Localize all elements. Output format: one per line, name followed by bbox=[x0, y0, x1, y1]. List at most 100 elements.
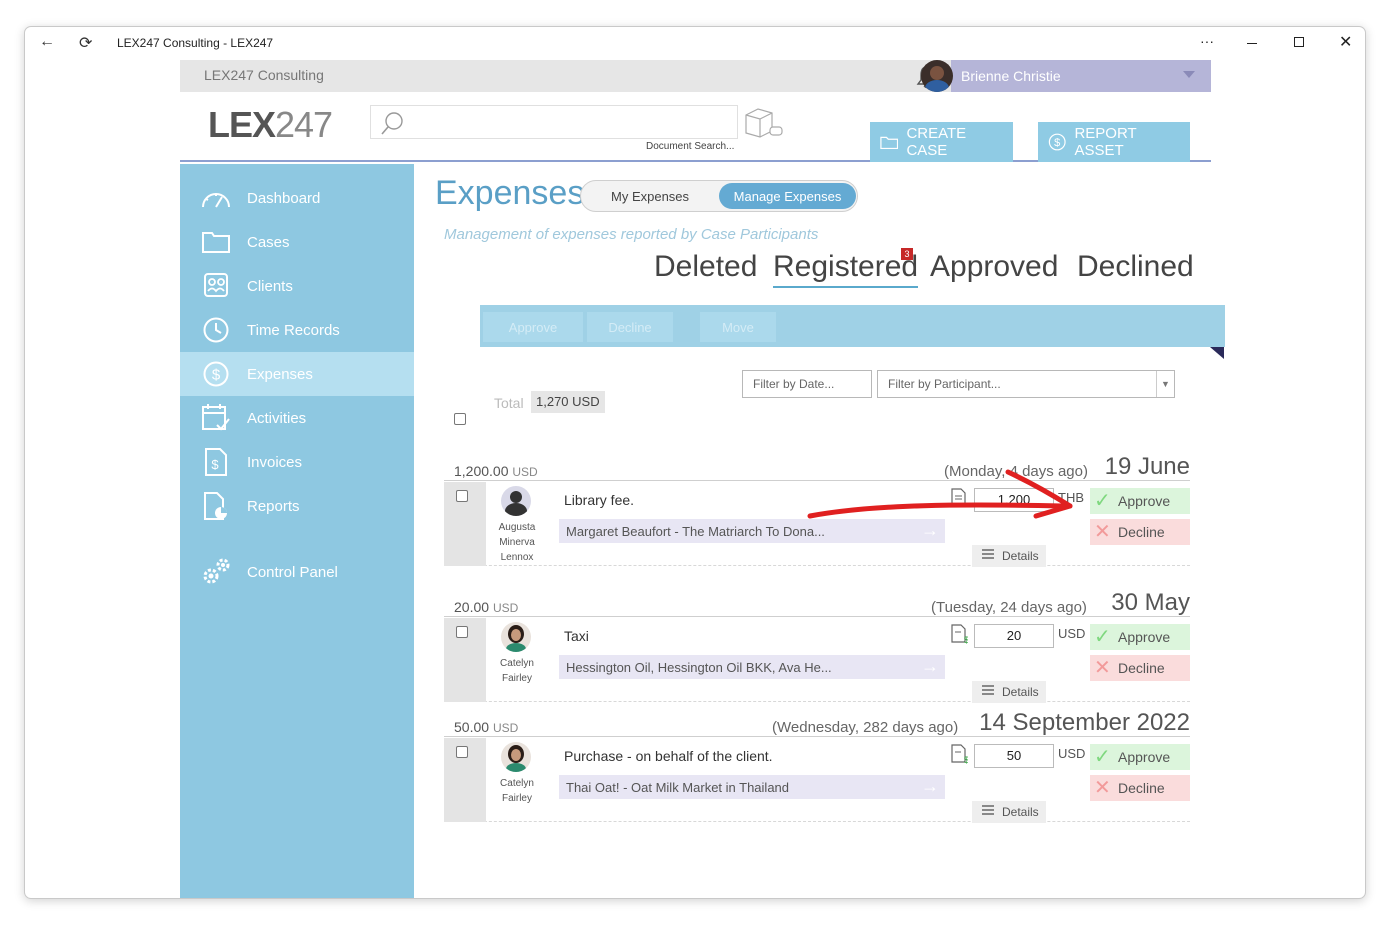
sidebar-item-label: Dashboard bbox=[247, 189, 321, 207]
tab-approved[interactable]: Approved bbox=[930, 250, 1058, 284]
tab-registered[interactable]: Registered bbox=[773, 250, 919, 288]
tab-declined[interactable]: Declined bbox=[1077, 250, 1194, 284]
refresh-icon[interactable]: ⟳ bbox=[79, 33, 92, 53]
sidebar-item-cases[interactable]: Cases bbox=[180, 220, 414, 264]
approve-button[interactable]: ✓ Approve bbox=[1090, 744, 1190, 770]
case-link[interactable]: Hessington Oil, Hessington Oil BKK, Ava … bbox=[559, 655, 945, 679]
dropdown-arrow-icon[interactable]: ▼ bbox=[1156, 371, 1174, 397]
filter-participant-placeholder: Filter by Participant... bbox=[888, 377, 1001, 391]
participant-avatar bbox=[501, 622, 531, 652]
tab-deleted[interactable]: Deleted bbox=[654, 250, 757, 284]
amount-currency: USD bbox=[1058, 626, 1086, 641]
expense-row: Catelyn Fairley Purchase - on behalf of t… bbox=[444, 738, 1190, 823]
participant-avatar bbox=[501, 742, 531, 772]
participant-name: Augusta Minerva Lennox bbox=[498, 522, 536, 563]
folder-icon bbox=[200, 226, 232, 258]
more-options-icon[interactable]: ··· bbox=[1200, 33, 1214, 49]
details-button[interactable]: Details bbox=[972, 545, 1046, 567]
bulk-decline-button[interactable]: Decline bbox=[587, 312, 673, 342]
select-all-checkbox[interactable] bbox=[454, 413, 466, 425]
logo[interactable]: LEX247 bbox=[208, 104, 333, 146]
menu-icon bbox=[982, 549, 994, 551]
row-checkbox[interactable] bbox=[456, 746, 468, 758]
bulk-action-bar: Approve Decline Move bbox=[480, 305, 1225, 347]
expense-row: Catelyn Fairley Taxi Hessington Oil, Hess… bbox=[444, 618, 1190, 703]
bulk-move-button[interactable]: Move bbox=[700, 312, 776, 342]
sidebar-item-label: Reports bbox=[247, 497, 300, 515]
main-content: Expenses My Expenses Manage Expenses Man… bbox=[414, 164, 1225, 898]
contacts-icon bbox=[200, 270, 232, 302]
expense-description: Purchase - on behalf of the client. bbox=[564, 748, 773, 764]
sidebar-item-invoices[interactable]: $ Invoices bbox=[180, 440, 414, 484]
sidebar-item-time-records[interactable]: Time Records bbox=[180, 308, 414, 352]
app-window: ← ⟳ LEX247 Consulting - LEX247 ··· ✕ LEX… bbox=[24, 26, 1366, 899]
sidebar-item-reports[interactable]: Reports bbox=[180, 484, 414, 528]
user-menu[interactable]: Brienne Christie bbox=[921, 60, 1211, 92]
sidebar-item-activities[interactable]: Activities bbox=[180, 396, 414, 440]
case-name: Hessington Oil, Hessington Oil BKK, Ava … bbox=[566, 659, 832, 675]
sidebar-item-dashboard[interactable]: Dashboard bbox=[180, 176, 414, 220]
details-button[interactable]: Details bbox=[972, 681, 1046, 703]
decline-button[interactable]: ✕ Decline bbox=[1090, 655, 1190, 681]
chevron-down-icon[interactable] bbox=[1183, 71, 1195, 78]
clock-icon bbox=[200, 314, 232, 346]
registered-count-badge: 3 bbox=[901, 248, 913, 260]
annotation-arrow bbox=[807, 469, 1073, 519]
details-label: Details bbox=[1002, 805, 1039, 819]
participant-name: Catelyn Fairley bbox=[500, 778, 534, 804]
organization-name: LEX247 Consulting bbox=[204, 67, 324, 83]
sidebar-item-clients[interactable]: Clients bbox=[180, 264, 414, 308]
maximize-icon[interactable] bbox=[1294, 37, 1304, 47]
header: LEX247 Document Search... CREATE CASE $ bbox=[180, 92, 1211, 162]
receipt-dollar-icon[interactable]: $ bbox=[950, 744, 968, 764]
decline-button[interactable]: ✕ Decline bbox=[1090, 519, 1190, 545]
back-arrow-icon[interactable]: ← bbox=[39, 33, 55, 51]
bulk-approve-button[interactable]: Approve bbox=[483, 312, 583, 342]
approve-button[interactable]: ✓ Approve bbox=[1090, 624, 1190, 650]
report-icon bbox=[200, 490, 232, 522]
create-case-label: CREATE CASE bbox=[906, 125, 967, 159]
svg-text:$: $ bbox=[211, 457, 219, 472]
case-link[interactable]: Thai Oat! - Oat Milk Market in Thailand → bbox=[559, 775, 945, 799]
search-input[interactable] bbox=[370, 105, 738, 139]
dollar-circle-icon: $ bbox=[1048, 133, 1066, 151]
sidebar-item-expenses[interactable]: $ Expenses bbox=[180, 352, 414, 396]
row-checkbox[interactable] bbox=[456, 626, 468, 638]
expense-amount: 50.00 USD bbox=[454, 719, 519, 735]
details-label: Details bbox=[1002, 685, 1039, 699]
calendar-check-icon bbox=[200, 402, 232, 434]
check-icon: ✓ bbox=[1094, 746, 1111, 768]
expense-header: 20.00 USD (Tuesday, 24 days ago) 30 May bbox=[444, 589, 1190, 617]
row-checkbox[interactable] bbox=[456, 490, 468, 502]
approve-button[interactable]: ✓ Approve bbox=[1090, 488, 1190, 514]
svg-text:$: $ bbox=[964, 635, 968, 644]
my-expenses-toggle[interactable]: My Expenses bbox=[611, 189, 689, 204]
amount-input[interactable]: 50 bbox=[974, 744, 1054, 768]
minimize-icon[interactable] bbox=[1247, 43, 1257, 44]
user-avatar[interactable] bbox=[921, 60, 953, 92]
manage-expenses-toggle[interactable]: Manage Expenses bbox=[719, 183, 856, 209]
close-icon[interactable]: ✕ bbox=[1339, 32, 1352, 52]
gauge-icon bbox=[200, 182, 232, 214]
details-button[interactable]: Details bbox=[972, 801, 1046, 823]
sidebar-item-label: Invoices bbox=[247, 453, 303, 471]
dollar-circle-icon: $ bbox=[200, 358, 232, 390]
receipt-dollar-icon[interactable]: $ bbox=[950, 624, 968, 644]
corner-fold bbox=[1210, 347, 1224, 359]
amount-input[interactable]: 20 bbox=[974, 624, 1054, 648]
decline-button[interactable]: ✕ Decline bbox=[1090, 775, 1190, 801]
document-box-icon[interactable] bbox=[742, 105, 786, 141]
participant-name: Catelyn Fairley bbox=[500, 658, 534, 684]
x-icon: ✕ bbox=[1094, 777, 1111, 799]
svg-text:$: $ bbox=[212, 367, 221, 384]
expense-relative-date: (Wednesday, 282 days ago) bbox=[772, 719, 959, 736]
filter-by-participant[interactable]: Filter by Participant... ▼ bbox=[877, 370, 1175, 398]
sidebar-item-label: Expenses bbox=[247, 365, 313, 383]
x-icon: ✕ bbox=[1094, 657, 1111, 679]
create-case-button[interactable]: CREATE CASE bbox=[870, 122, 1013, 162]
sidebar-item-control-panel[interactable]: Control Panel bbox=[180, 550, 414, 594]
report-asset-button[interactable]: $ REPORT ASSET bbox=[1038, 122, 1190, 162]
filter-by-date[interactable]: Filter by Date... bbox=[742, 370, 872, 398]
expense-date: 19 June bbox=[1104, 453, 1190, 480]
expense-amount: 1,200.00 USD bbox=[454, 463, 538, 479]
